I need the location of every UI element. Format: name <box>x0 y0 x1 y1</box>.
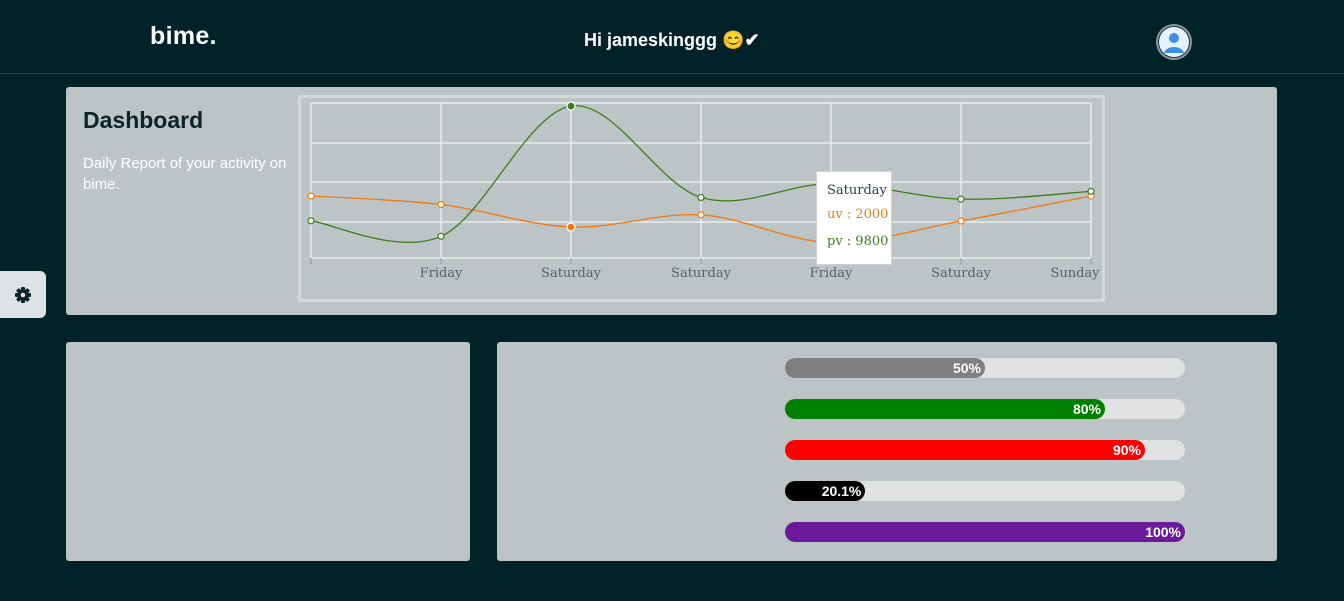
progress-bar: 20.1% <box>785 481 1185 501</box>
line-chart: Friday Saturday Saturday Friday Saturday Sund… <box>307 101 1100 281</box>
data-point-pv <box>437 232 445 240</box>
progress-fill: 50% <box>785 358 985 378</box>
x-tick-label: Saturday <box>931 266 992 281</box>
progress-fill: 20.1% <box>785 481 866 501</box>
data-point-uv <box>307 192 315 200</box>
dashboard-title: Dashboard <box>83 107 204 133</box>
data-point-uv <box>566 222 576 232</box>
progress-bar: 50% <box>785 358 1185 378</box>
gear-icon <box>15 287 31 303</box>
data-point-pv <box>307 217 315 225</box>
progress-bar: 80% <box>785 399 1185 419</box>
data-point-uv <box>697 211 705 219</box>
user-avatar-icon[interactable] <box>1156 24 1192 60</box>
data-point-pv <box>566 101 576 111</box>
progress-card: 50% 80% 90% 20.1% 100% <box>497 342 1277 561</box>
progress-bar: 90% <box>785 440 1185 460</box>
dashboard-panel: Dashboard Daily Report of your activity … <box>66 87 1277 315</box>
progress-fill: 90% <box>785 440 1145 460</box>
data-point-pv <box>697 193 705 202</box>
data-point-uv <box>957 217 965 225</box>
progress-fill: 80% <box>785 399 1105 419</box>
progress-fill: 100% <box>785 522 1185 542</box>
x-tick-label: Friday <box>810 266 853 281</box>
dashboard-subtitle: Daily Report of your activity on bime. <box>83 155 287 193</box>
app-logo[interactable]: bime. <box>150 22 217 51</box>
tooltip-label: Saturday <box>827 183 887 198</box>
activity-chart[interactable]: Friday Saturday Saturday Friday Saturday Sund… <box>298 95 1105 302</box>
x-tick-label: Friday <box>420 266 463 281</box>
progress-bar: 100% <box>785 522 1185 542</box>
settings-button[interactable] <box>0 271 46 318</box>
x-tick-label: Sunday <box>1050 266 1100 281</box>
tooltip-pv: pv : 9800 <box>827 234 889 249</box>
data-point-uv <box>437 200 445 209</box>
greeting-text: Hi jameskinggg 😊✔ <box>584 30 760 50</box>
top-bar: bime. Hi jameskinggg 😊✔ <box>0 0 1344 74</box>
x-tick-label: Saturday <box>541 266 602 281</box>
data-point-pv <box>957 195 965 203</box>
tooltip-uv: uv : 2000 <box>827 207 889 222</box>
x-tick-label: Saturday <box>671 266 732 281</box>
left-card <box>66 342 470 561</box>
data-point-pv <box>1087 187 1095 195</box>
chart-tooltip: Saturday uv : 2000 pv : 9800 <box>816 171 892 265</box>
